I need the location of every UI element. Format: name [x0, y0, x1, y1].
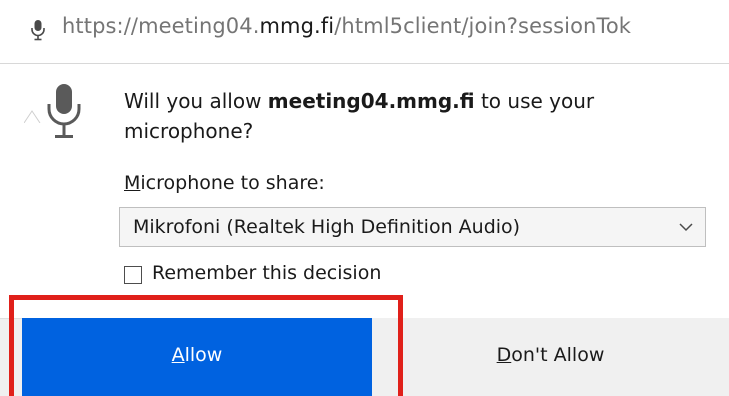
microphone-icon[interactable] — [30, 19, 46, 41]
question-start: Will you allow — [124, 89, 268, 113]
panel-border — [0, 63, 729, 64]
share-label-text: icrophone to share: — [140, 172, 325, 194]
dont-allow-label: Don't Allow — [372, 344, 729, 366]
selected-device: Mikrofoni (Realtek High Definition Audio… — [133, 216, 521, 238]
url-text[interactable]: https://meeting04.mmg.fi/html5client/joi… — [62, 14, 631, 38]
url-prefix: https://meeting04. — [62, 14, 260, 38]
dont-allow-text: on't Allow — [511, 344, 605, 366]
permission-page: https://meeting04.mmg.fi/html5client/joi… — [0, 0, 729, 396]
url-suffix: /html5client/join?sessionTok — [334, 14, 632, 38]
allow-label: Allow — [22, 344, 372, 366]
dont-allow-accesskey: D — [496, 344, 512, 366]
microphone-icon — [47, 84, 81, 138]
microphone-select[interactable]: Mikrofoni (Realtek High Definition Audio… — [119, 207, 706, 247]
question-host: meeting04.mmg.fi — [267, 89, 475, 113]
allow-text: llow — [184, 344, 223, 366]
remember-label[interactable]: Remember this decision — [152, 262, 381, 284]
dont-allow-button[interactable]: Don't Allow — [372, 318, 729, 396]
microphone-share-label: Microphone to share: — [124, 172, 325, 194]
permission-question: Will you allow meeting04.mmg.fi to use y… — [124, 86, 604, 146]
url-bar[interactable]: https://meeting04.mmg.fi/html5client/joi… — [0, 0, 729, 62]
allow-accesskey: A — [171, 344, 185, 366]
share-label-accesskey: M — [124, 172, 141, 194]
allow-button[interactable]: Allow — [22, 318, 372, 396]
chevron-down-icon — [679, 223, 693, 232]
remember-checkbox[interactable] — [124, 266, 142, 284]
url-host: mmg.fi — [259, 14, 335, 38]
